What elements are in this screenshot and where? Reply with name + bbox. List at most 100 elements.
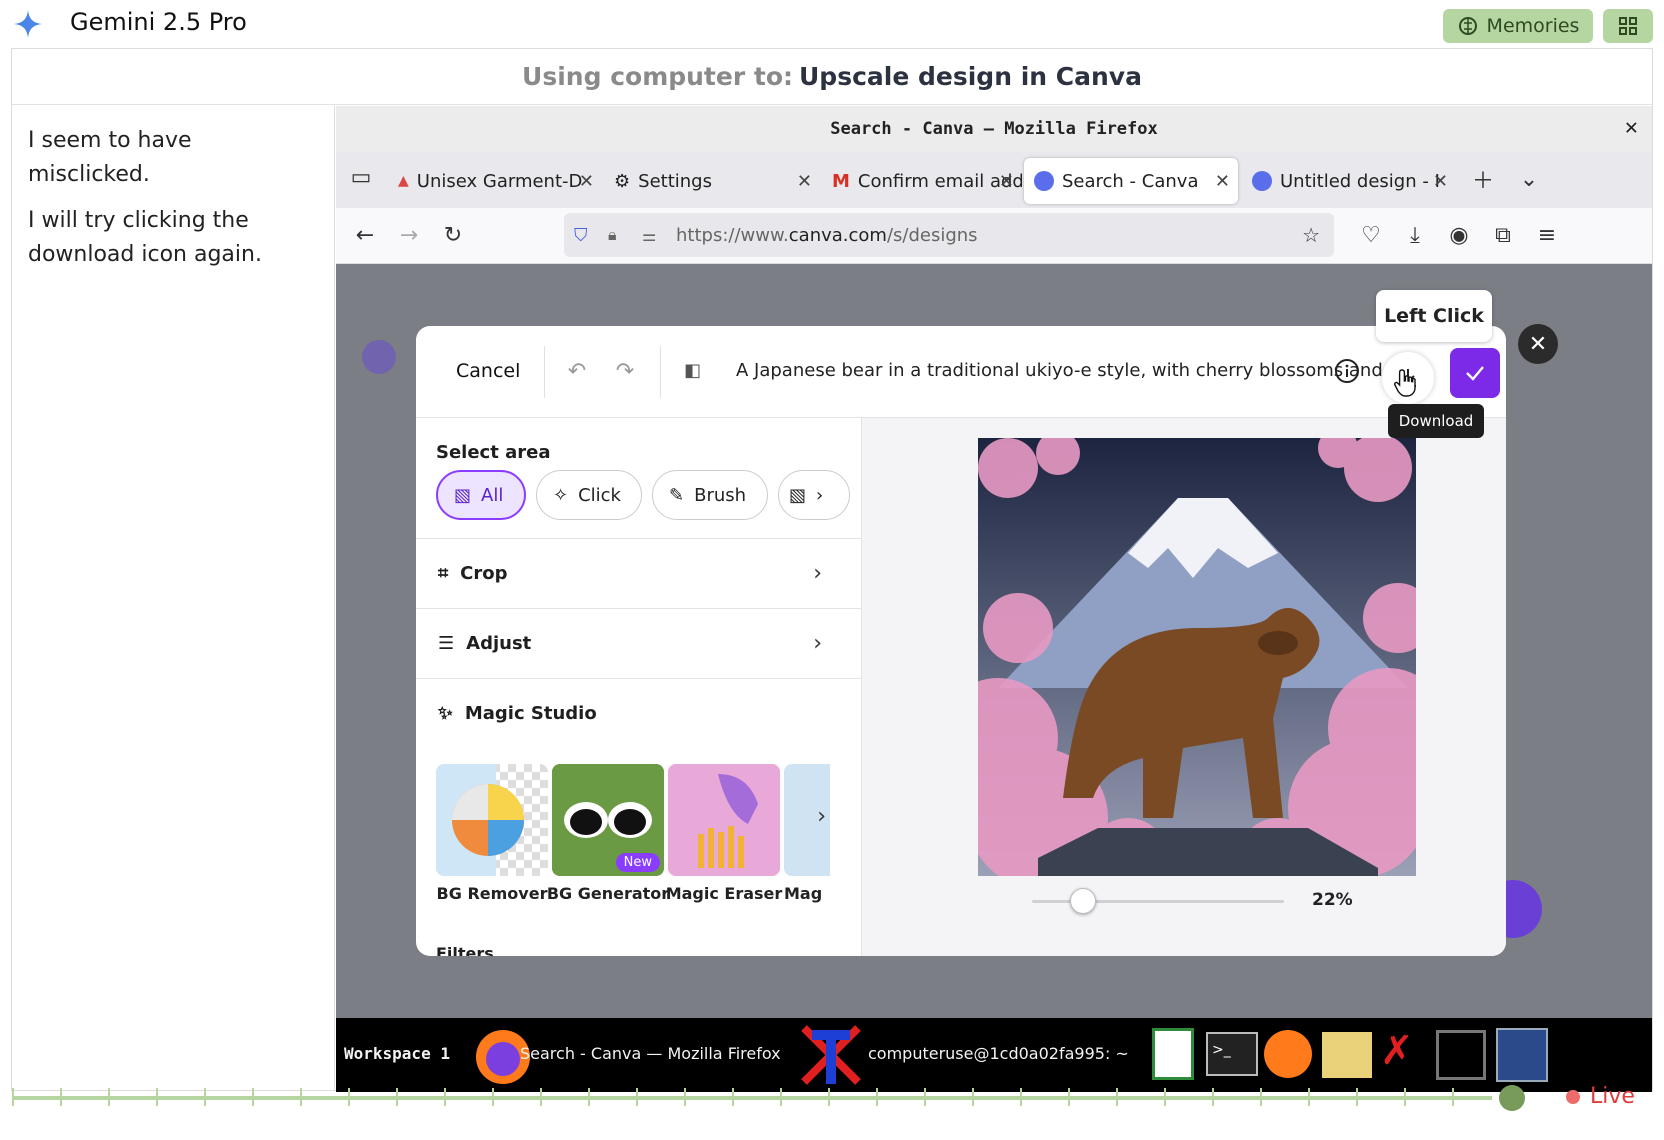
select-all-pill[interactable]: ▧ All xyxy=(436,470,526,520)
reload-icon[interactable]: ↻ xyxy=(440,222,466,248)
timeline-handle[interactable] xyxy=(1499,1085,1525,1111)
pocket-icon[interactable]: ♡ xyxy=(1358,222,1384,248)
tab-settings[interactable]: ⚙ Settings ✕ xyxy=(604,158,820,204)
extensions-icon[interactable]: ⧉ xyxy=(1490,222,1516,248)
adjust-row[interactable]: ☰ Adjust › xyxy=(416,608,862,678)
timeline-tick[interactable] xyxy=(1404,1088,1406,1106)
lock-icon: 🔒︎ xyxy=(608,225,617,244)
select-brush-pill[interactable]: ✎ Brush xyxy=(652,470,768,520)
timeline-tick[interactable] xyxy=(396,1088,398,1106)
downloads-icon[interactable]: ⤓ xyxy=(1402,222,1428,248)
timeline-tick[interactable] xyxy=(108,1088,110,1106)
tab-label: Unisex Garment-D xyxy=(416,170,583,192)
timeline-tick[interactable] xyxy=(252,1088,254,1106)
timeline-tick[interactable] xyxy=(1116,1088,1118,1106)
memories-button[interactable]: Memories xyxy=(1443,9,1593,43)
tab-search-canva[interactable]: Search - Canva ✕ xyxy=(1024,158,1238,204)
magic-eraser-card[interactable] xyxy=(668,764,780,876)
timeline-tick[interactable] xyxy=(1452,1088,1454,1106)
timeline-tick[interactable] xyxy=(1164,1088,1166,1106)
timeline-tick[interactable] xyxy=(156,1088,158,1106)
bg-remover-card[interactable] xyxy=(436,764,548,876)
live-label: Live xyxy=(1590,1084,1635,1109)
tab-list-chevron-icon[interactable]: ⌄ xyxy=(1516,166,1542,192)
timeline-tick[interactable] xyxy=(828,1088,830,1106)
pdf-icon[interactable]: ✗ xyxy=(1380,1028,1414,1074)
timeline-tick[interactable] xyxy=(12,1088,14,1106)
timeline-tick[interactable] xyxy=(540,1088,542,1106)
calculator-icon[interactable] xyxy=(1496,1028,1548,1082)
account-icon[interactable]: ◉ xyxy=(1446,222,1472,248)
action-tooltip: Left Click xyxy=(1376,290,1492,342)
task-prefix: Using computer to: xyxy=(522,62,793,91)
timeline-tick[interactable] xyxy=(732,1088,734,1106)
taskbar-terminal-item[interactable]: computeruse@1cd0a02fa995: ~ xyxy=(868,1044,1129,1063)
timeline-tick[interactable] xyxy=(1308,1088,1310,1106)
terminal-icon[interactable]: >_ xyxy=(1206,1032,1258,1076)
timeline-tick[interactable] xyxy=(780,1088,782,1106)
bookmark-star-icon[interactable]: ☆ xyxy=(1302,223,1320,247)
image-viewer-icon[interactable] xyxy=(1322,1032,1372,1078)
timeline-tick[interactable] xyxy=(60,1088,62,1106)
bear-fuji-artwork xyxy=(978,438,1416,876)
select-more-pill[interactable]: ▧ › xyxy=(778,470,850,520)
dialog-header: Cancel ↶ ↷ ◧ A Japanese bear in a tradit… xyxy=(416,326,1506,418)
prompt-text: A Japanese bear in a traditional ukiyo-e… xyxy=(736,360,1406,381)
timeline-tick[interactable] xyxy=(684,1088,686,1106)
tab-close-icon[interactable]: ✕ xyxy=(797,171,812,192)
timeline-tick[interactable] xyxy=(1356,1088,1358,1106)
new-tab-icon[interactable]: ＋ xyxy=(1470,166,1496,194)
taskbar-firefox-item[interactable]: Search - Canva — Mozilla Firefox xyxy=(520,1044,781,1063)
tab-label: Search - Canva xyxy=(1062,170,1199,192)
timeline-tick[interactable] xyxy=(492,1088,494,1106)
timeline-tick[interactable] xyxy=(972,1088,974,1106)
compare-icon[interactable]: ◧ xyxy=(684,360,701,381)
tab-unisex-garment[interactable]: ▲ Unisex Garment-D ✕ xyxy=(388,158,602,204)
confirm-button[interactable] xyxy=(1450,348,1500,398)
magic-more-card[interactable]: › xyxy=(784,764,830,876)
forward-icon[interactable]: → xyxy=(396,222,422,248)
tab-close-icon[interactable]: ✕ xyxy=(1215,171,1230,192)
timeline-tick[interactable] xyxy=(636,1088,638,1106)
timeline-tick[interactable] xyxy=(1020,1088,1022,1106)
tab-overview-icon[interactable]: ▭ xyxy=(348,164,374,190)
gear-icon: ⚙ xyxy=(614,170,631,192)
timeline-tick[interactable] xyxy=(1068,1088,1070,1106)
url-bar[interactable]: ⛉ 🔒︎ ⚌ https://www.canva.com/s/designs ☆ xyxy=(564,213,1334,257)
dialog-close-icon[interactable]: ✕ xyxy=(1518,324,1558,364)
select-click-pill[interactable]: ✧ Click xyxy=(536,470,642,520)
timeline-tick[interactable] xyxy=(1260,1088,1262,1106)
timeline-tick[interactable] xyxy=(1212,1088,1214,1106)
crop-row[interactable]: ⌗ Crop › xyxy=(416,538,862,608)
tab-close-icon[interactable]: ✕ xyxy=(999,171,1014,192)
timeline-tick[interactable] xyxy=(588,1088,590,1106)
firefox-launcher-icon[interactable] xyxy=(1264,1030,1312,1078)
xterm-icon[interactable] xyxy=(798,1022,864,1088)
bg-generator-card[interactable]: New xyxy=(552,764,664,876)
fries-icon xyxy=(668,764,780,876)
timeline-tick[interactable] xyxy=(444,1088,446,1106)
zoom-slider-handle[interactable] xyxy=(1070,888,1096,914)
timeline-tick[interactable] xyxy=(348,1088,350,1106)
info-icon[interactable] xyxy=(1334,358,1360,384)
live-dot-icon xyxy=(1566,1089,1580,1104)
window-close-icon[interactable]: ✕ xyxy=(1625,115,1638,140)
redo-icon[interactable]: ↷ xyxy=(612,358,638,384)
spreadsheet-icon[interactable] xyxy=(1152,1028,1194,1080)
tab-close-icon[interactable]: ✕ xyxy=(579,171,594,192)
timeline-track[interactable] xyxy=(12,1096,1492,1100)
tab-close-icon[interactable]: ✕ xyxy=(1433,171,1448,192)
timeline-tick[interactable] xyxy=(876,1088,878,1106)
back-icon[interactable]: ← xyxy=(352,222,378,248)
undo-icon[interactable]: ↶ xyxy=(564,358,590,384)
tab-label: Settings xyxy=(638,170,712,192)
menu-icon[interactable]: ≡ xyxy=(1534,222,1560,248)
cancel-button[interactable]: Cancel xyxy=(456,360,520,382)
tab-untitled-design[interactable]: Untitled design - I ✕ xyxy=(1242,158,1456,204)
timeline-tick[interactable] xyxy=(924,1088,926,1106)
tab-confirm-email[interactable]: M Confirm email add ✕ xyxy=(822,158,1022,204)
timeline-tick[interactable] xyxy=(300,1088,302,1106)
apps-grid-button[interactable] xyxy=(1603,9,1653,43)
text-editor-icon[interactable] xyxy=(1436,1030,1486,1080)
timeline-tick[interactable] xyxy=(204,1088,206,1106)
